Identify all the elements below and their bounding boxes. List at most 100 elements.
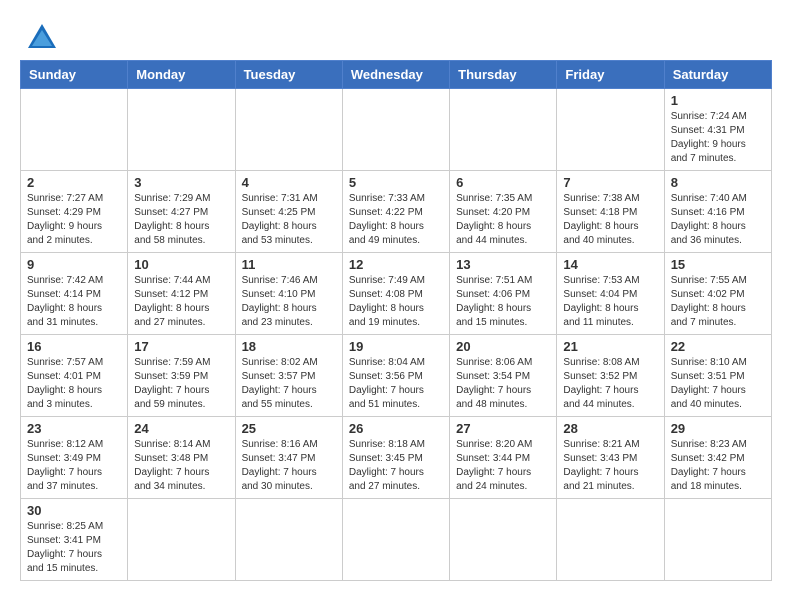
day-info: Sunrise: 8:16 AM Sunset: 3:47 PM Dayligh… [242, 438, 336, 494]
calendar-cell: 1 Sunrise: 7:24 AM Sunset: 4:31 PM Daylig… [664, 89, 771, 171]
calendar-cell [128, 89, 235, 171]
day-info: Sunrise: 7:42 AM Sunset: 4:14 PM Dayligh… [27, 274, 121, 330]
day-info: Sunrise: 7:40 AM Sunset: 4:16 PM Dayligh… [671, 192, 765, 248]
logo [20, 20, 60, 56]
day-info: Sunrise: 7:51 AM Sunset: 4:06 PM Dayligh… [456, 274, 550, 330]
calendar-week-2: 2Sunrise: 7:27 AM Sunset: 4:29 PM Daylig… [21, 171, 772, 253]
calendar-cell: 5Sunrise: 7:33 AM Sunset: 4:22 PM Daylig… [342, 171, 449, 253]
day-info: Sunrise: 7:24 AM Sunset: 4:31 PM Dayligh… [671, 110, 765, 166]
day-number: 23 [27, 421, 121, 436]
calendar-cell: 24 Sunrise: 8:14 AM Sunset: 3:48 PM Dayli… [128, 417, 235, 499]
calendar-cell [21, 89, 128, 171]
day-number: 8 [671, 175, 765, 190]
day-number: 17 [134, 339, 228, 354]
calendar-cell: 19Sunrise: 8:04 AM Sunset: 3:56 PM Dayli… [342, 335, 449, 417]
calendar-cell: 17 Sunrise: 7:59 AM Sunset: 3:59 PM Dayli… [128, 335, 235, 417]
calendar-week-3: 9 Sunrise: 7:42 AM Sunset: 4:14 PM Daylig… [21, 253, 772, 335]
day-info: Sunrise: 7:38 AM Sunset: 4:18 PM Dayligh… [563, 192, 657, 248]
day-number: 21 [563, 339, 657, 354]
day-number: 25 [242, 421, 336, 436]
calendar-cell [128, 499, 235, 581]
day-number: 30 [27, 503, 121, 518]
calendar-cell: 9 Sunrise: 7:42 AM Sunset: 4:14 PM Daylig… [21, 253, 128, 335]
weekday-header-friday: Friday [557, 61, 664, 89]
day-number: 20 [456, 339, 550, 354]
calendar-cell: 18Sunrise: 8:02 AM Sunset: 3:57 PM Dayli… [235, 335, 342, 417]
day-info: Sunrise: 8:08 AM Sunset: 3:52 PM Dayligh… [563, 356, 657, 412]
calendar-cell: 8 Sunrise: 7:40 AM Sunset: 4:16 PM Daylig… [664, 171, 771, 253]
day-number: 2 [27, 175, 121, 190]
weekday-header-saturday: Saturday [664, 61, 771, 89]
day-info: Sunrise: 8:12 AM Sunset: 3:49 PM Dayligh… [27, 438, 121, 494]
day-info: Sunrise: 7:53 AM Sunset: 4:04 PM Dayligh… [563, 274, 657, 330]
calendar-cell: 13Sunrise: 7:51 AM Sunset: 4:06 PM Dayli… [450, 253, 557, 335]
day-number: 1 [671, 93, 765, 108]
day-number: 22 [671, 339, 765, 354]
day-info: Sunrise: 7:59 AM Sunset: 3:59 PM Dayligh… [134, 356, 228, 412]
calendar-cell: 11 Sunrise: 7:46 AM Sunset: 4:10 PM Dayli… [235, 253, 342, 335]
calendar-cell: 3 Sunrise: 7:29 AM Sunset: 4:27 PM Daylig… [128, 171, 235, 253]
weekday-header-row: SundayMondayTuesdayWednesdayThursdayFrid… [21, 61, 772, 89]
calendar-cell [557, 89, 664, 171]
calendar-table: SundayMondayTuesdayWednesdayThursdayFrid… [20, 60, 772, 581]
day-number: 16 [27, 339, 121, 354]
weekday-header-sunday: Sunday [21, 61, 128, 89]
calendar-cell [664, 499, 771, 581]
day-info: Sunrise: 8:18 AM Sunset: 3:45 PM Dayligh… [349, 438, 443, 494]
calendar-cell [450, 89, 557, 171]
calendar-cell: 14 Sunrise: 7:53 AM Sunset: 4:04 PM Dayli… [557, 253, 664, 335]
day-info: Sunrise: 7:35 AM Sunset: 4:20 PM Dayligh… [456, 192, 550, 248]
calendar-cell: 27Sunrise: 8:20 AM Sunset: 3:44 PM Dayli… [450, 417, 557, 499]
day-number: 29 [671, 421, 765, 436]
calendar-week-4: 16 Sunrise: 7:57 AM Sunset: 4:01 PM Dayli… [21, 335, 772, 417]
calendar-cell: 10 Sunrise: 7:44 AM Sunset: 4:12 PM Dayli… [128, 253, 235, 335]
day-number: 9 [27, 257, 121, 272]
calendar-cell [235, 89, 342, 171]
calendar-cell: 30 Sunrise: 8:25 AM Sunset: 3:41 PM Dayli… [21, 499, 128, 581]
calendar-cell: 20 Sunrise: 8:06 AM Sunset: 3:54 PM Dayli… [450, 335, 557, 417]
calendar-cell: 7 Sunrise: 7:38 AM Sunset: 4:18 PM Daylig… [557, 171, 664, 253]
calendar-cell [557, 499, 664, 581]
calendar-cell [235, 499, 342, 581]
day-info: Sunrise: 8:25 AM Sunset: 3:41 PM Dayligh… [27, 520, 121, 576]
day-info: Sunrise: 7:33 AM Sunset: 4:22 PM Dayligh… [349, 192, 443, 248]
calendar-cell: 2Sunrise: 7:27 AM Sunset: 4:29 PM Daylig… [21, 171, 128, 253]
weekday-header-thursday: Thursday [450, 61, 557, 89]
calendar-cell: 16 Sunrise: 7:57 AM Sunset: 4:01 PM Dayli… [21, 335, 128, 417]
day-number: 12 [349, 257, 443, 272]
calendar-cell: 4 Sunrise: 7:31 AM Sunset: 4:25 PM Daylig… [235, 171, 342, 253]
weekday-header-monday: Monday [128, 61, 235, 89]
day-info: Sunrise: 8:06 AM Sunset: 3:54 PM Dayligh… [456, 356, 550, 412]
day-number: 7 [563, 175, 657, 190]
day-info: Sunrise: 7:57 AM Sunset: 4:01 PM Dayligh… [27, 356, 121, 412]
calendar-cell: 25 Sunrise: 8:16 AM Sunset: 3:47 PM Dayli… [235, 417, 342, 499]
calendar-cell: 21 Sunrise: 8:08 AM Sunset: 3:52 PM Dayli… [557, 335, 664, 417]
day-info: Sunrise: 7:46 AM Sunset: 4:10 PM Dayligh… [242, 274, 336, 330]
day-info: Sunrise: 8:23 AM Sunset: 3:42 PM Dayligh… [671, 438, 765, 494]
day-number: 3 [134, 175, 228, 190]
day-number: 24 [134, 421, 228, 436]
calendar-cell [450, 499, 557, 581]
calendar-week-5: 23 Sunrise: 8:12 AM Sunset: 3:49 PM Dayli… [21, 417, 772, 499]
day-info: Sunrise: 8:14 AM Sunset: 3:48 PM Dayligh… [134, 438, 228, 494]
day-number: 11 [242, 257, 336, 272]
day-info: Sunrise: 7:44 AM Sunset: 4:12 PM Dayligh… [134, 274, 228, 330]
day-number: 14 [563, 257, 657, 272]
logo-icon [24, 20, 60, 56]
day-info: Sunrise: 7:31 AM Sunset: 4:25 PM Dayligh… [242, 192, 336, 248]
day-info: Sunrise: 7:29 AM Sunset: 4:27 PM Dayligh… [134, 192, 228, 248]
calendar-week-6: 30 Sunrise: 8:25 AM Sunset: 3:41 PM Dayli… [21, 499, 772, 581]
calendar-cell: 28Sunrise: 8:21 AM Sunset: 3:43 PM Dayli… [557, 417, 664, 499]
day-number: 4 [242, 175, 336, 190]
calendar-cell: 29 Sunrise: 8:23 AM Sunset: 3:42 PM Dayli… [664, 417, 771, 499]
day-number: 26 [349, 421, 443, 436]
calendar-week-1: 1 Sunrise: 7:24 AM Sunset: 4:31 PM Daylig… [21, 89, 772, 171]
day-number: 10 [134, 257, 228, 272]
calendar-cell: 12Sunrise: 7:49 AM Sunset: 4:08 PM Dayli… [342, 253, 449, 335]
weekday-header-wednesday: Wednesday [342, 61, 449, 89]
calendar-cell: 6Sunrise: 7:35 AM Sunset: 4:20 PM Daylig… [450, 171, 557, 253]
day-info: Sunrise: 8:10 AM Sunset: 3:51 PM Dayligh… [671, 356, 765, 412]
page-header [20, 20, 772, 56]
calendar-cell: 23 Sunrise: 8:12 AM Sunset: 3:49 PM Dayli… [21, 417, 128, 499]
calendar-cell [342, 89, 449, 171]
